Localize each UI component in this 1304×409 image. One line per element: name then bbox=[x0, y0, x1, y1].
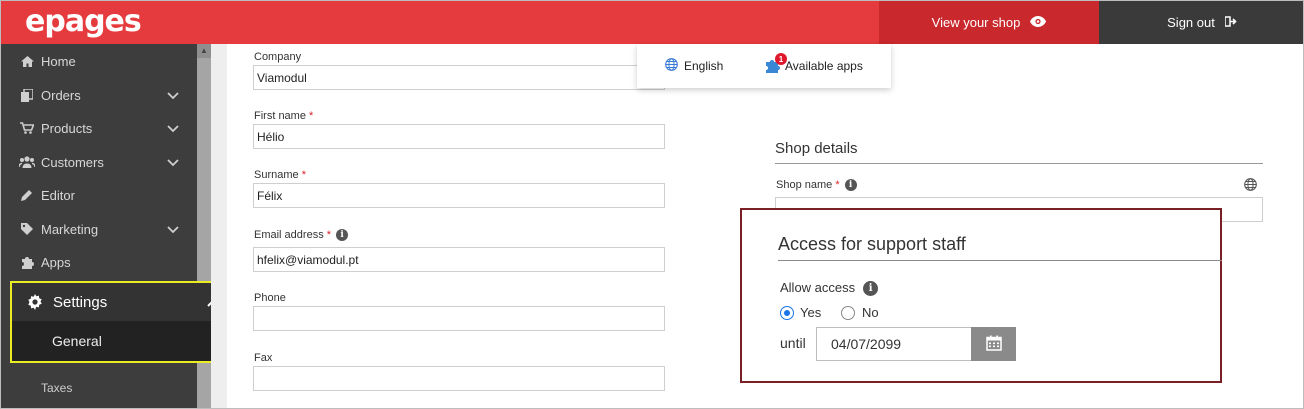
home-icon bbox=[19, 55, 35, 67]
available-apps-link[interactable]: 1 Available apps bbox=[765, 53, 863, 74]
view-shop-button[interactable]: View your shop bbox=[879, 1, 1099, 44]
phone-label: Phone bbox=[254, 292, 286, 304]
users-icon bbox=[19, 156, 35, 168]
support-access-panel: Access for support staff Allow access i Y… bbox=[740, 208, 1222, 383]
available-apps-label: Available apps bbox=[785, 59, 863, 73]
globe-icon bbox=[665, 58, 678, 74]
section-divider bbox=[778, 260, 1222, 261]
calendar-button[interactable] bbox=[971, 327, 1016, 361]
until-date-field[interactable]: 04/07/2099 bbox=[816, 327, 972, 361]
email-field[interactable]: hfelix@viamodul.pt bbox=[253, 247, 665, 272]
eye-icon bbox=[1030, 15, 1047, 30]
info-icon[interactable]: i bbox=[336, 229, 349, 242]
allow-no-label[interactable]: No bbox=[862, 305, 879, 320]
support-access-title: Access for support staff bbox=[778, 234, 966, 254]
top-bar: epages View your shop Sign out bbox=[1, 1, 1303, 44]
info-icon[interactable]: i bbox=[863, 281, 879, 297]
email-label-text: Email address bbox=[254, 229, 324, 241]
gear-icon bbox=[27, 294, 43, 310]
first-name-field[interactable]: Hélio bbox=[253, 124, 665, 149]
allow-access-label-text: Allow access bbox=[780, 280, 856, 295]
required-mark: * bbox=[301, 169, 306, 181]
email-label: Email address * i bbox=[254, 229, 349, 242]
pencil-icon bbox=[19, 189, 35, 201]
shop-details-heading: Shop details bbox=[775, 140, 858, 157]
epages-logo[interactable]: epages bbox=[25, 4, 142, 39]
sign-out-label: Sign out bbox=[1167, 15, 1215, 30]
phone-field[interactable] bbox=[253, 306, 665, 331]
globe-icon[interactable] bbox=[1244, 178, 1257, 194]
scroll-up-arrow-icon[interactable]: ▲ bbox=[197, 44, 211, 58]
shop-name-label-text: Shop name bbox=[776, 179, 833, 191]
chevron-down-icon bbox=[167, 88, 179, 103]
sidebar-item-label: Products bbox=[41, 120, 93, 136]
chevron-down-icon bbox=[167, 155, 179, 170]
chevron-down-icon bbox=[167, 121, 179, 136]
required-mark: * bbox=[835, 179, 840, 191]
until-label: until bbox=[780, 335, 806, 351]
orders-icon bbox=[19, 88, 35, 102]
required-mark: * bbox=[309, 110, 314, 122]
surname-field[interactable]: Félix bbox=[253, 183, 665, 208]
sidebar-item-marketing[interactable]: Marketing bbox=[1, 214, 197, 244]
allow-yes-label[interactable]: Yes bbox=[800, 305, 821, 320]
sidebar-item-label: Apps bbox=[41, 254, 71, 270]
sidebar-item-label: Home bbox=[41, 53, 76, 69]
company-field[interactable]: Viamodul bbox=[253, 65, 665, 90]
puzzle-icon bbox=[19, 256, 35, 269]
fax-field[interactable] bbox=[253, 366, 665, 391]
sidebar-item-editor[interactable]: Editor bbox=[1, 180, 197, 210]
calendar-icon bbox=[985, 335, 1002, 354]
tag-icon bbox=[19, 223, 35, 235]
sidebar-item-home[interactable]: Home bbox=[1, 46, 197, 76]
sidebar-item-apps[interactable]: Apps bbox=[1, 247, 197, 277]
sidebar-item-products[interactable]: Products bbox=[1, 113, 197, 143]
surname-label-text: Surname bbox=[254, 169, 299, 181]
first-name-label: First name * bbox=[254, 110, 313, 122]
allow-no-radio[interactable] bbox=[841, 306, 855, 320]
shop-name-label: Shop name * i bbox=[776, 179, 857, 192]
company-label: Company bbox=[254, 51, 302, 63]
chevron-down-icon bbox=[167, 222, 179, 237]
allow-yes-radio[interactable] bbox=[780, 306, 794, 320]
required-mark: * bbox=[326, 229, 332, 241]
surname-label: Surname * bbox=[254, 169, 306, 181]
puzzle-icon: 1 bbox=[765, 53, 787, 74]
sign-out-button[interactable]: Sign out bbox=[1099, 1, 1303, 44]
first-name-label-text: First name bbox=[254, 110, 306, 122]
app-window: epages View your shop Sign out Home Orde… bbox=[0, 0, 1304, 409]
language-label: English bbox=[684, 59, 724, 73]
sidebar-item-label: Customers bbox=[41, 154, 104, 170]
cart-icon bbox=[19, 122, 35, 134]
language-selector[interactable]: English bbox=[665, 58, 723, 74]
fax-label: Fax bbox=[254, 352, 273, 364]
info-icon[interactable]: i bbox=[844, 179, 857, 192]
sidebar-item-label: Editor bbox=[41, 187, 75, 203]
sign-out-icon bbox=[1224, 15, 1237, 30]
language-apps-popup: English 1 Available apps bbox=[637, 44, 891, 88]
sidebar-item-orders[interactable]: Orders bbox=[1, 80, 197, 110]
sidebar-item-customers[interactable]: Customers bbox=[1, 147, 197, 177]
settings-highlight: Settings General bbox=[10, 281, 241, 363]
sidebar-item-settings[interactable]: Settings bbox=[12, 283, 239, 321]
sidebar-item-taxes[interactable]: Taxes bbox=[41, 381, 72, 395]
view-shop-label: View your shop bbox=[931, 15, 1021, 30]
apps-count-badge: 1 bbox=[775, 53, 787, 65]
sidebar-item-label: Orders bbox=[41, 87, 81, 103]
sidebar-item-label: Marketing bbox=[41, 221, 99, 237]
settings-label: Settings bbox=[53, 293, 108, 311]
allow-access-label: Allow access i bbox=[780, 280, 879, 297]
sidebar-subitem-general[interactable]: General bbox=[12, 321, 239, 361]
section-divider bbox=[775, 163, 1263, 164]
